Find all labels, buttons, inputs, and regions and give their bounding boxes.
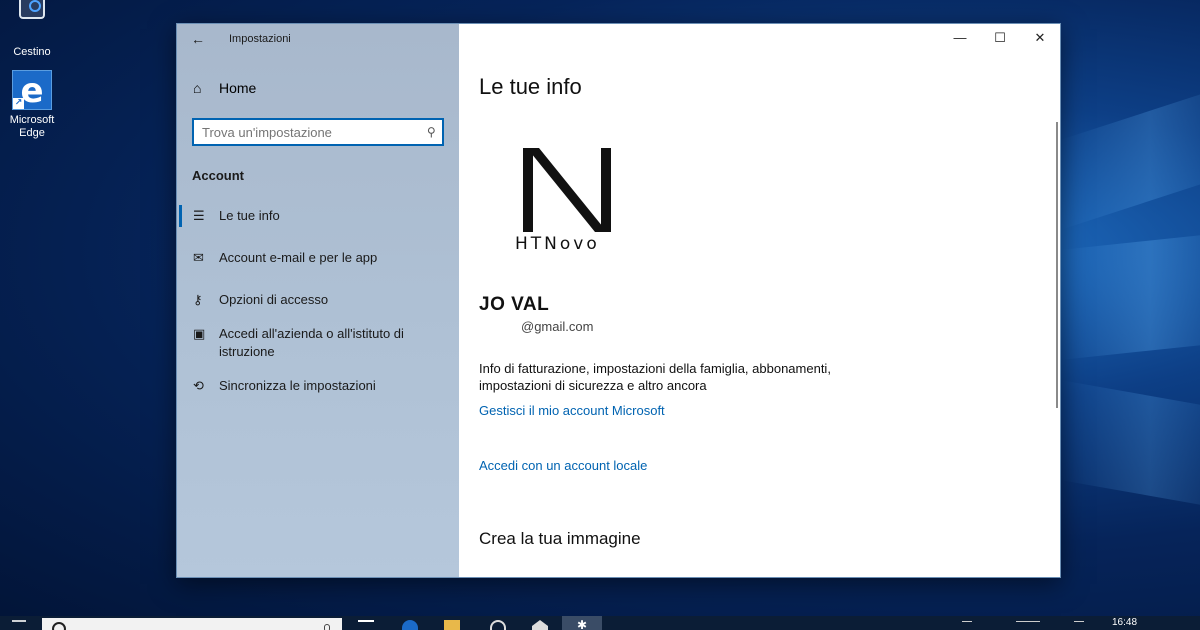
- htnovo-logo-icon: [523, 148, 611, 232]
- settings-taskbar-icon[interactable]: ✱: [562, 616, 602, 630]
- nav-item-azienda-istituto[interactable]: ▣ Accedi all'azienda o all'istituto di i…: [177, 325, 459, 361]
- content-scrollbar[interactable]: [1056, 122, 1058, 408]
- nav-item-account-email[interactable]: ✉ Account e-mail e per le app: [177, 249, 459, 267]
- sync-icon: ⟲: [193, 378, 204, 393]
- edge-icon: e ↗: [12, 70, 52, 111]
- start-button[interactable]: [12, 620, 26, 630]
- recycle-bin-icon: [12, 0, 52, 42]
- minimize-button[interactable]: —: [940, 24, 980, 54]
- avatar-brand-text: HTNovo: [515, 234, 600, 254]
- nav-item-opzioni-accesso[interactable]: ⚷ Opzioni di accesso: [177, 291, 459, 309]
- search-input[interactable]: [202, 124, 428, 140]
- gear-icon: ✱: [577, 618, 588, 630]
- nav-home[interactable]: ⌂ Home: [177, 70, 459, 106]
- window-title: Impostazioni: [229, 33, 291, 45]
- nav-section-header: Account: [192, 168, 244, 183]
- close-button[interactable]: ✕: [1020, 24, 1060, 54]
- file-explorer-icon[interactable]: [444, 620, 460, 630]
- mail-icon: ✉: [193, 250, 204, 265]
- taskbar-clock[interactable]: 16:48: [1112, 617, 1137, 628]
- task-view-icon[interactable]: [358, 620, 374, 630]
- maximize-button[interactable]: ☐: [980, 24, 1020, 54]
- tray-network-icon[interactable]: [962, 621, 972, 630]
- user-name: JO VAL: [479, 294, 550, 315]
- nav-item-label: Le tue info: [219, 208, 280, 223]
- nav-item-label: Opzioni di accesso: [219, 292, 329, 307]
- user-avatar: HTNovo: [511, 148, 621, 258]
- nav-item-sincronizza[interactable]: ⟲ Sincronizza le impostazioni: [177, 377, 459, 395]
- desktop-icon-label: Cestino: [13, 46, 51, 58]
- nav-item-label: Sincronizza le impostazioni: [219, 378, 376, 393]
- people-icon[interactable]: [490, 620, 506, 630]
- nav-home-label: Home: [219, 80, 257, 96]
- desktop-icon-label: Microsoft Edge: [9, 114, 55, 139]
- tray-language-icon[interactable]: [1016, 621, 1040, 630]
- back-arrow-icon[interactable]: ←: [191, 31, 209, 47]
- microphone-icon[interactable]: [324, 624, 330, 630]
- store-icon[interactable]: [532, 620, 548, 630]
- settings-nav-pane: ← Impostazioni ⌂ Home ⚲ Account ☰ Le tue…: [177, 24, 459, 577]
- taskbar-search-box[interactable]: [42, 618, 342, 630]
- desktop-icon-edge[interactable]: e ↗ Microsoft Edge: [4, 70, 60, 140]
- settings-window: ← Impostazioni ⌂ Home ⚲ Account ☰ Le tue…: [176, 23, 1061, 578]
- nav-item-le-tue-info[interactable]: ☰ Le tue info: [177, 205, 459, 227]
- taskbar: ✱ 16:48: [0, 616, 1200, 630]
- nav-item-label: Accedi all'azienda o all'istituto di ist…: [219, 326, 404, 359]
- account-description: Info di fatturazione, impostazioni della…: [479, 361, 831, 393]
- edge-taskbar-icon[interactable]: [402, 620, 418, 630]
- settings-search-box[interactable]: ⚲: [192, 118, 444, 146]
- manage-microsoft-account-link[interactable]: Gestisci il mio account Microsoft: [479, 403, 665, 418]
- page-title: Le tue info: [479, 74, 582, 99]
- window-titlebar[interactable]: ← Impostazioni: [177, 24, 459, 54]
- create-picture-heading: Crea la tua immagine: [479, 529, 641, 548]
- desktop-light-ray: [1060, 231, 1200, 360]
- person-card-icon: ☰: [193, 208, 205, 223]
- desktop-light-ray: [1060, 380, 1200, 512]
- briefcase-icon: ▣: [193, 326, 206, 341]
- search-icon[interactable]: ⚲: [427, 125, 436, 139]
- cortana-icon: [52, 622, 66, 630]
- window-controls: — ☐ ✕: [940, 24, 1060, 54]
- home-icon: ⌂: [193, 80, 202, 96]
- nav-item-label: Account e-mail e per le app: [219, 250, 378, 265]
- local-account-signin-link[interactable]: Accedi con un account locale: [479, 458, 647, 473]
- key-icon: ⚷: [193, 292, 203, 307]
- shortcut-arrow-icon: ↗: [13, 98, 24, 109]
- desktop-light-ray: [1060, 81, 1200, 230]
- tray-volume-icon[interactable]: [1074, 621, 1084, 630]
- desktop-icon-recycle-bin[interactable]: Cestino: [4, 0, 60, 59]
- settings-content-pane: — ☐ ✕ Le tue info HTNovo JO VAL @gmail.c…: [459, 24, 1060, 577]
- user-email: @gmail.com: [521, 319, 594, 334]
